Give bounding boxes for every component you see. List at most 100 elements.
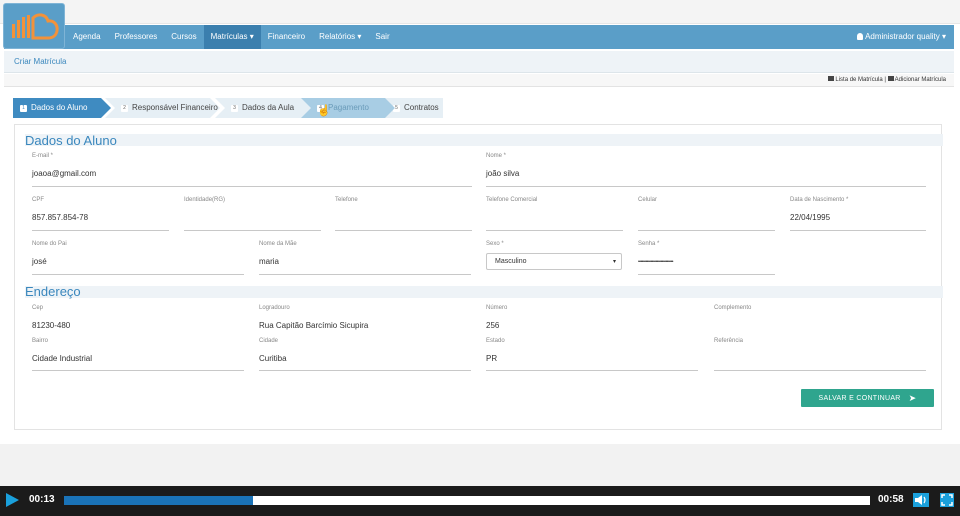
step-label: Contratos: [404, 103, 439, 112]
field-label: Sexo *: [486, 241, 504, 247]
name-field[interactable]: Nome * joão silva: [486, 153, 926, 187]
breadcrumb-current[interactable]: Criar Matrícula: [14, 57, 66, 66]
city-field[interactable]: Cidade Curitiba: [259, 338, 471, 372]
field-underline: [790, 230, 926, 231]
field-label: Nome do Pai: [32, 241, 67, 247]
user-menu[interactable]: Administrador quality ▾: [857, 25, 946, 49]
nav-item-financeiro[interactable]: Financeiro: [261, 25, 312, 49]
save-continue-button[interactable]: SALVAR E CONTINUAR ➤: [801, 389, 934, 407]
street-field[interactable]: Logradouro Rua Capitão Barcímio Sicupira: [259, 305, 471, 337]
password-field[interactable]: Senha * ••••••••••••••••••••••••••••: [638, 241, 775, 275]
field-label: Referência: [714, 338, 744, 344]
field-underline: [486, 186, 926, 187]
toolbar: Lista de Matrícula | Adicionar Matrícula: [4, 74, 954, 87]
field-label: Telefone: [335, 197, 358, 203]
add-enrollment-link[interactable]: Adicionar Matrícula: [895, 77, 946, 83]
field-label: Bairro: [32, 338, 49, 344]
nav-item-relatorios[interactable]: Relatórios ▾: [312, 25, 368, 49]
volume-button[interactable]: [913, 493, 929, 507]
email-field[interactable]: E-mail * joaoa@gmail.com: [32, 153, 472, 187]
field-value: Curitiba: [259, 354, 287, 363]
step-pagamento[interactable]: 4 Pagamento: [301, 98, 397, 118]
field-value: 81230-480: [32, 321, 71, 330]
button-label: SALVAR E CONTINUAR: [818, 395, 901, 402]
state-field[interactable]: Estado PR: [486, 338, 698, 372]
document-icon: [887, 76, 894, 81]
app-logo[interactable]: [3, 3, 65, 49]
step-label: Pagamento: [328, 103, 369, 112]
sex-select-field: Sexo * Masculino ▾: [486, 241, 623, 275]
step-dados-aluno[interactable]: 1 Dados do Aluno: [13, 98, 111, 118]
fullscreen-button[interactable]: [940, 493, 954, 507]
father-name-field[interactable]: Nome do Pai josé: [32, 241, 244, 275]
phone-field[interactable]: Telefone: [335, 197, 472, 231]
section-title-address: Endereço: [25, 284, 81, 299]
field-label: Data de Nascimento *: [790, 197, 849, 203]
nav-item-agenda[interactable]: Agenda: [66, 25, 108, 49]
mobile-field[interactable]: Celular: [638, 197, 775, 231]
field-label: Número: [486, 305, 508, 311]
section-header-bg: [25, 286, 943, 298]
nav-item-sair[interactable]: Sair: [368, 25, 396, 49]
mouse-pointer-icon: ☝: [317, 105, 331, 117]
nav-item-professores[interactable]: Professores: [108, 25, 165, 49]
total-time: 00:58: [878, 494, 904, 505]
birthdate-field[interactable]: Data de Nascimento * 22/04/1995: [790, 197, 926, 231]
send-icon: ➤: [908, 393, 917, 403]
user-icon: [857, 33, 864, 40]
business-phone-field[interactable]: Telefone Comercial: [486, 197, 623, 231]
step-label: Dados do Aluno: [31, 103, 88, 112]
field-value: joão silva: [486, 169, 520, 178]
step-dados-aula[interactable]: 3 Dados da Aula: [215, 98, 314, 118]
top-strip: [0, 0, 960, 24]
step-number: 2: [121, 105, 128, 112]
field-underline: [638, 274, 775, 275]
step-responsavel-financeiro[interactable]: 2 Responsável Financeiro: [105, 98, 220, 118]
field-value: Rua Capitão Barcímio Sicupira: [259, 321, 369, 330]
nav-item-matriculas[interactable]: Matrículas ▾: [203, 25, 261, 49]
field-underline: [335, 230, 472, 231]
field-underline: [638, 230, 775, 231]
field-underline: [486, 370, 698, 371]
enrollment-form: Dados do Aluno E-mail * joaoa@gmail.com …: [14, 124, 943, 430]
field-label: Complemento: [714, 305, 752, 311]
rg-field[interactable]: Identidade(RG): [184, 197, 321, 231]
field-underline: [714, 370, 926, 371]
field-value: joaoa@gmail.com: [32, 169, 97, 178]
field-label: CPF: [32, 197, 44, 203]
cep-field[interactable]: Cep 81230-480: [32, 305, 244, 337]
field-value: ••••••••••••••••••••••••••••: [638, 259, 674, 265]
nav-item-cursos[interactable]: Cursos: [164, 25, 203, 49]
sex-select[interactable]: Masculino ▾: [486, 253, 622, 270]
district-field[interactable]: Bairro Cidade Industrial: [32, 338, 244, 372]
field-label: Celular: [638, 197, 658, 203]
chevron-down-icon: ▾: [612, 259, 616, 265]
field-underline: [259, 274, 471, 275]
reference-field[interactable]: Referência: [714, 338, 926, 372]
number-field[interactable]: Número 256: [486, 305, 698, 337]
navbar: Agenda Professores Cursos Matrículas ▾ F…: [4, 25, 954, 49]
field-value: 22/04/1995: [790, 213, 831, 222]
seek-bar[interactable]: [64, 496, 870, 505]
play-icon[interactable]: [6, 493, 19, 507]
sound-cloud-logo-icon: [12, 13, 59, 40]
field-underline: [32, 274, 244, 275]
complement-field[interactable]: Complemento: [714, 305, 926, 337]
mother-name-field[interactable]: Nome da Mãe maria: [259, 241, 471, 275]
field-value: maria: [259, 257, 280, 266]
field-value: 256: [486, 321, 500, 330]
step-number: 1: [20, 105, 27, 112]
cpf-field[interactable]: CPF 857.857.854-78: [32, 197, 169, 231]
field-label: E-mail *: [32, 153, 54, 159]
page-footer-area: [0, 444, 960, 486]
list-enrollments-link[interactable]: Lista de Matrícula: [835, 77, 882, 83]
fullscreen-icon: [941, 494, 953, 506]
section-header-bg: [25, 134, 943, 146]
section-title-student: Dados do Aluno: [25, 133, 117, 148]
seek-progress: [64, 496, 254, 505]
field-value: 857.857.854-78: [32, 213, 89, 222]
field-label: Nome da Mãe: [259, 241, 297, 247]
volume-icon: [915, 495, 926, 505]
field-underline: [259, 370, 471, 371]
field-underline: [32, 186, 472, 187]
